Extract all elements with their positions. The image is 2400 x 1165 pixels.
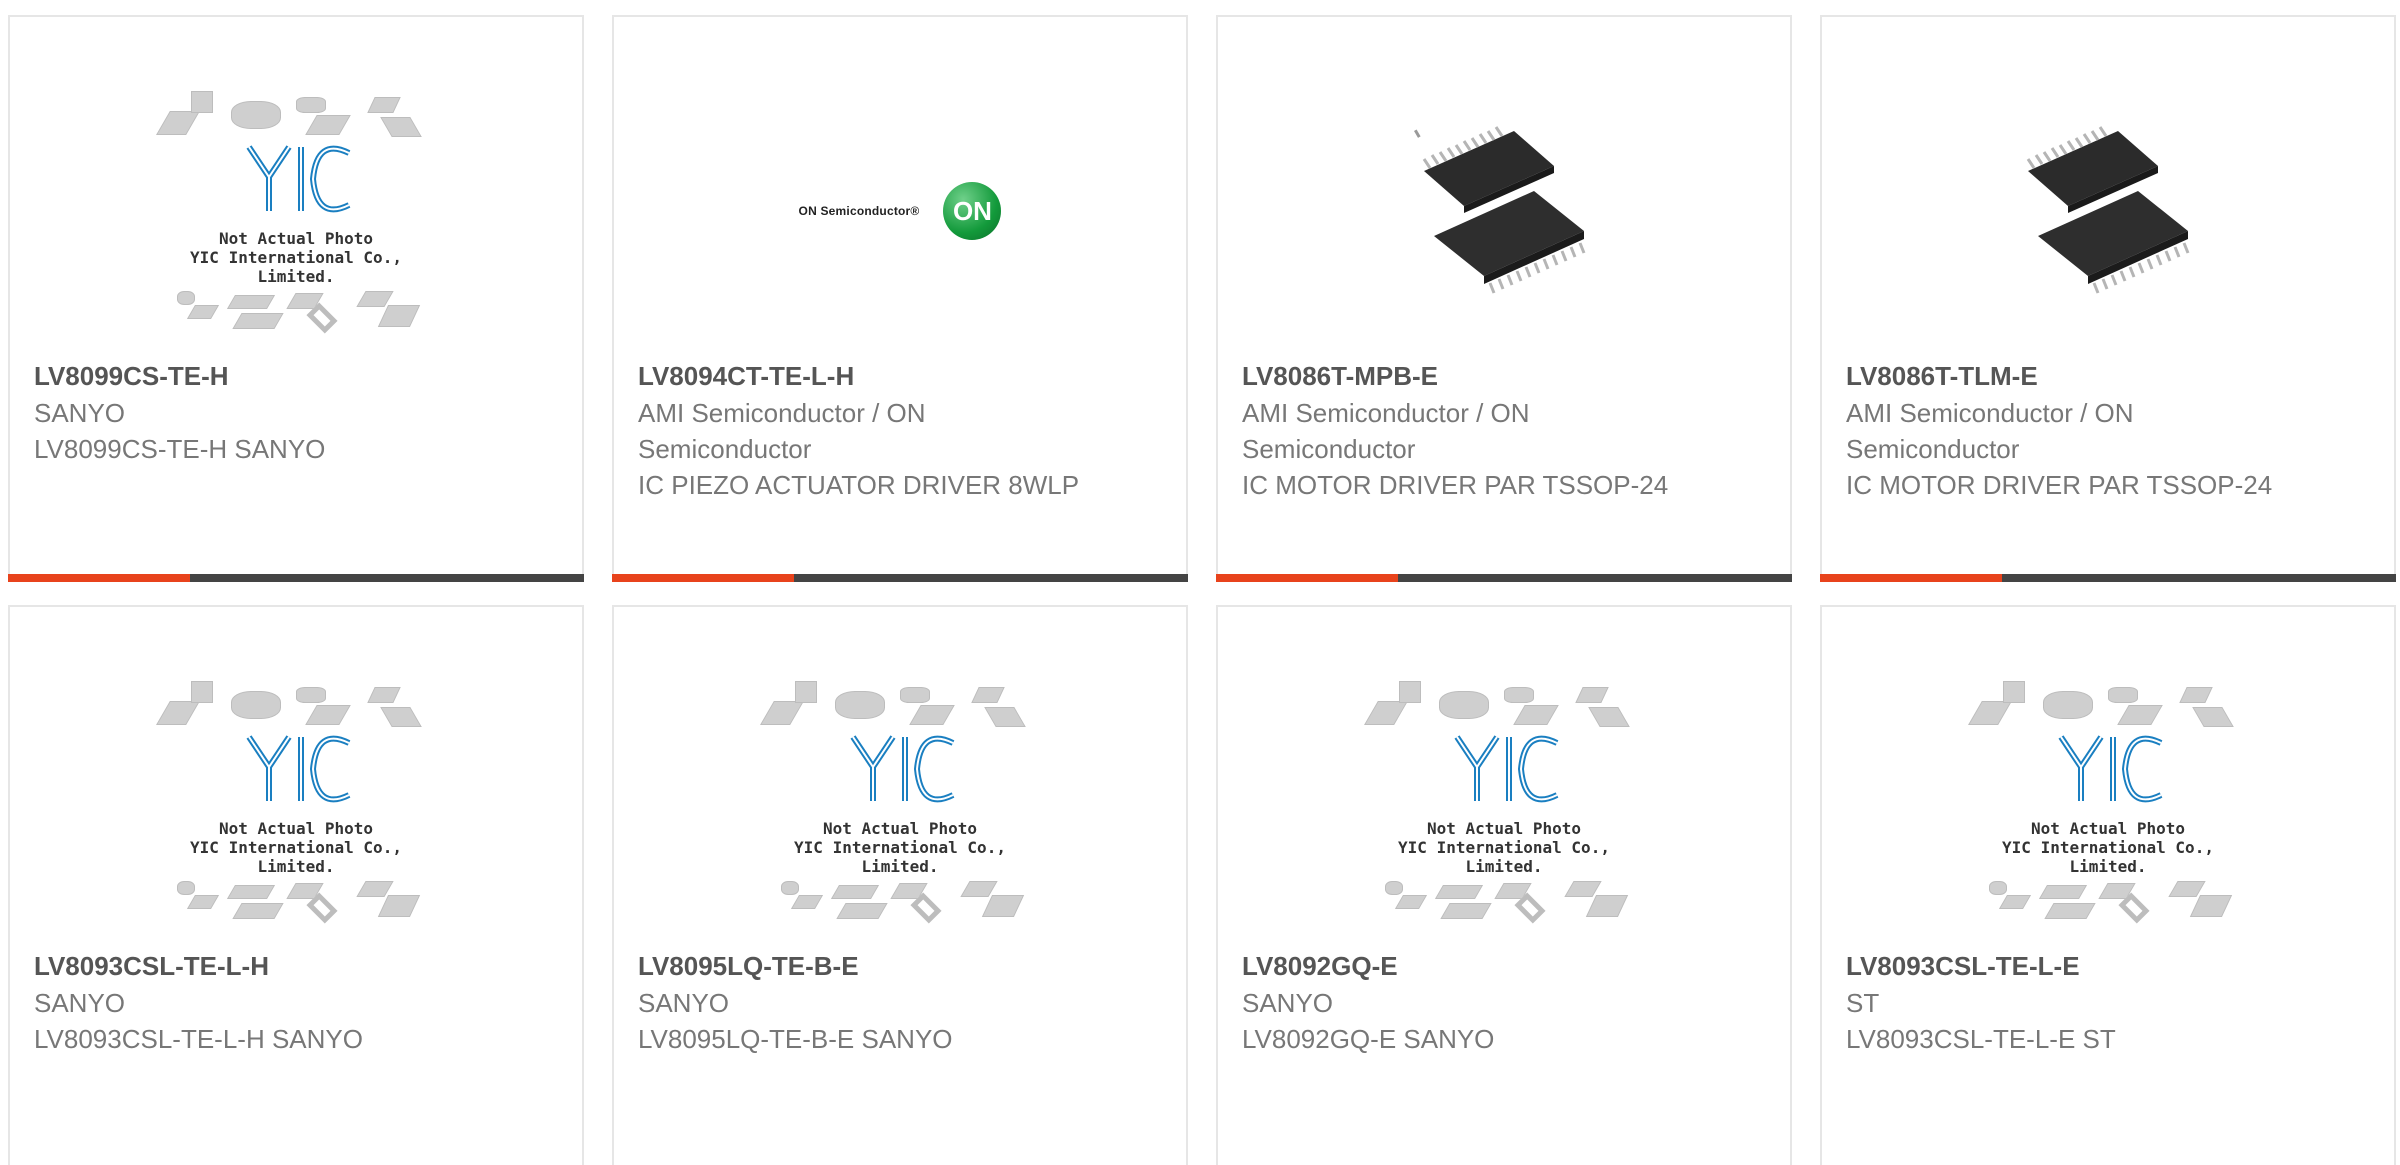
product-image[interactable]: ON Semiconductor® ON: [614, 61, 1186, 361]
product-details: SANYO LV8095LQ-TE-B-E SANYO: [638, 985, 1096, 1057]
product-card[interactable]: Not Actual Photo YIC International Co., …: [8, 605, 584, 1165]
card-bottom-bar: [1216, 574, 1792, 582]
product-description: IC PIEZO ACTUATOR DRIVER 8WLP: [638, 470, 1080, 500]
product-part-number[interactable]: LV8099CS-TE-H: [34, 360, 558, 392]
product-details: AMI Semiconductor / ON Semiconductor IC …: [1846, 395, 2304, 503]
product-brand: AMI Semiconductor / ON Semiconductor: [1846, 398, 2134, 464]
product-brand: SANYO: [638, 988, 730, 1018]
placeholder-caption: Not Actual Photo YIC International Co., …: [190, 229, 402, 286]
product-part-number[interactable]: LV8086T-TLM-E: [1846, 360, 2370, 392]
product-details: ST LV8093CSL-TE-L-E ST: [1846, 985, 2304, 1057]
product-part-number[interactable]: LV8095LQ-TE-B-E: [638, 950, 1162, 982]
product-part-number[interactable]: LV8094CT-TE-L-H: [638, 360, 1162, 392]
product-description: IC MOTOR DRIVER PAR TSSOP-24: [1242, 470, 1669, 500]
product-image[interactable]: Not Actual Photo YIC International Co., …: [614, 651, 1186, 951]
yic-logo-icon: [246, 735, 351, 803]
product-image[interactable]: Not Actual Photo YIC International Co., …: [10, 651, 582, 951]
product-card[interactable]: Not Actual Photo YIC International Co., …: [1216, 605, 1792, 1165]
not-actual-photo-placeholder: Not Actual Photo YIC International Co., …: [156, 681, 431, 924]
product-description: LV8093CSL-TE-L-E ST: [1846, 1024, 2116, 1054]
product-card[interactable]: Not Actual Photo YIC International Co., …: [1820, 605, 2396, 1165]
product-brand: AMI Semiconductor / ON Semiconductor: [1242, 398, 1530, 464]
not-actual-photo-placeholder: Not Actual Photo YIC International Co., …: [1364, 681, 1639, 924]
product-card[interactable]: LV8086T-MPB-E AMI Semiconductor / ON Sem…: [1216, 15, 1792, 582]
product-details: AMI Semiconductor / ON Semiconductor IC …: [638, 395, 1096, 503]
card-bottom-bar: [612, 574, 1188, 582]
yic-logo-icon: [246, 145, 351, 213]
product-brand: SANYO: [34, 988, 126, 1018]
placeholder-caption: Not Actual Photo YIC International Co., …: [794, 819, 1006, 876]
product-brand: AMI Semiconductor / ON Semiconductor: [638, 398, 926, 464]
product-brand: SANYO: [1242, 988, 1334, 1018]
product-brand: SANYO: [34, 398, 126, 428]
product-image[interactable]: Not Actual Photo YIC International Co., …: [1822, 651, 2394, 951]
product-details: SANYO LV8092GQ-E SANYO: [1242, 985, 1700, 1057]
tssop-chip-photo-icon: [2026, 126, 2190, 294]
product-card[interactable]: LV8086T-TLM-E AMI Semiconductor / ON Sem…: [1820, 15, 2396, 582]
product-details: AMI Semiconductor / ON Semiconductor IC …: [1242, 395, 1700, 503]
on-logo-text: ON Semiconductor®: [798, 204, 920, 218]
not-actual-photo-placeholder: Not Actual Photo YIC International Co., …: [156, 91, 431, 334]
placeholder-caption: Not Actual Photo YIC International Co., …: [2002, 819, 2214, 876]
product-part-number[interactable]: LV8092GQ-E: [1242, 950, 1766, 982]
placeholder-caption: Not Actual Photo YIC International Co., …: [1398, 819, 1610, 876]
product-card[interactable]: Not Actual Photo YIC International Co., …: [612, 605, 1188, 1165]
product-description: LV8093CSL-TE-L-H SANYO: [34, 1024, 363, 1054]
product-card[interactable]: Not Actual Photo YIC International Co., …: [8, 15, 584, 582]
product-description: IC MOTOR DRIVER PAR TSSOP-24: [1846, 470, 2273, 500]
product-details: SANYO LV8099CS-TE-H SANYO: [34, 395, 492, 467]
placeholder-caption: Not Actual Photo YIC International Co., …: [190, 819, 402, 876]
product-image[interactable]: Not Actual Photo YIC International Co., …: [10, 61, 582, 361]
product-description: LV8099CS-TE-H SANYO: [34, 434, 326, 464]
product-part-number[interactable]: LV8086T-MPB-E: [1242, 360, 1766, 392]
product-image[interactable]: Not Actual Photo YIC International Co., …: [1218, 651, 1790, 951]
product-part-number[interactable]: LV8093CSL-TE-L-E: [1846, 950, 2370, 982]
on-semiconductor-logo: ON Semiconductor® ON: [799, 182, 1002, 240]
product-image[interactable]: [1218, 61, 1790, 361]
tssop-chip-photo-icon: [1414, 126, 1586, 294]
not-actual-photo-placeholder: Not Actual Photo YIC International Co., …: [1968, 681, 2243, 924]
product-image[interactable]: [1822, 61, 2394, 361]
yic-logo-icon: [850, 735, 955, 803]
on-logo-icon: ON: [943, 182, 1002, 240]
yic-logo-icon: [1454, 735, 1559, 803]
product-description: LV8092GQ-E SANYO: [1242, 1024, 1495, 1054]
product-description: LV8095LQ-TE-B-E SANYO: [638, 1024, 953, 1054]
not-actual-photo-placeholder: Not Actual Photo YIC International Co., …: [760, 681, 1035, 924]
product-card[interactable]: ON Semiconductor® ON LV8094CT-TE-L-H AMI…: [612, 15, 1188, 582]
card-bottom-bar: [8, 574, 584, 582]
yic-logo-icon: [2058, 735, 2163, 803]
product-part-number[interactable]: LV8093CSL-TE-L-H: [34, 950, 558, 982]
product-details: SANYO LV8093CSL-TE-L-H SANYO: [34, 985, 492, 1057]
product-brand: ST: [1846, 988, 1880, 1018]
card-bottom-bar: [1820, 574, 2396, 582]
